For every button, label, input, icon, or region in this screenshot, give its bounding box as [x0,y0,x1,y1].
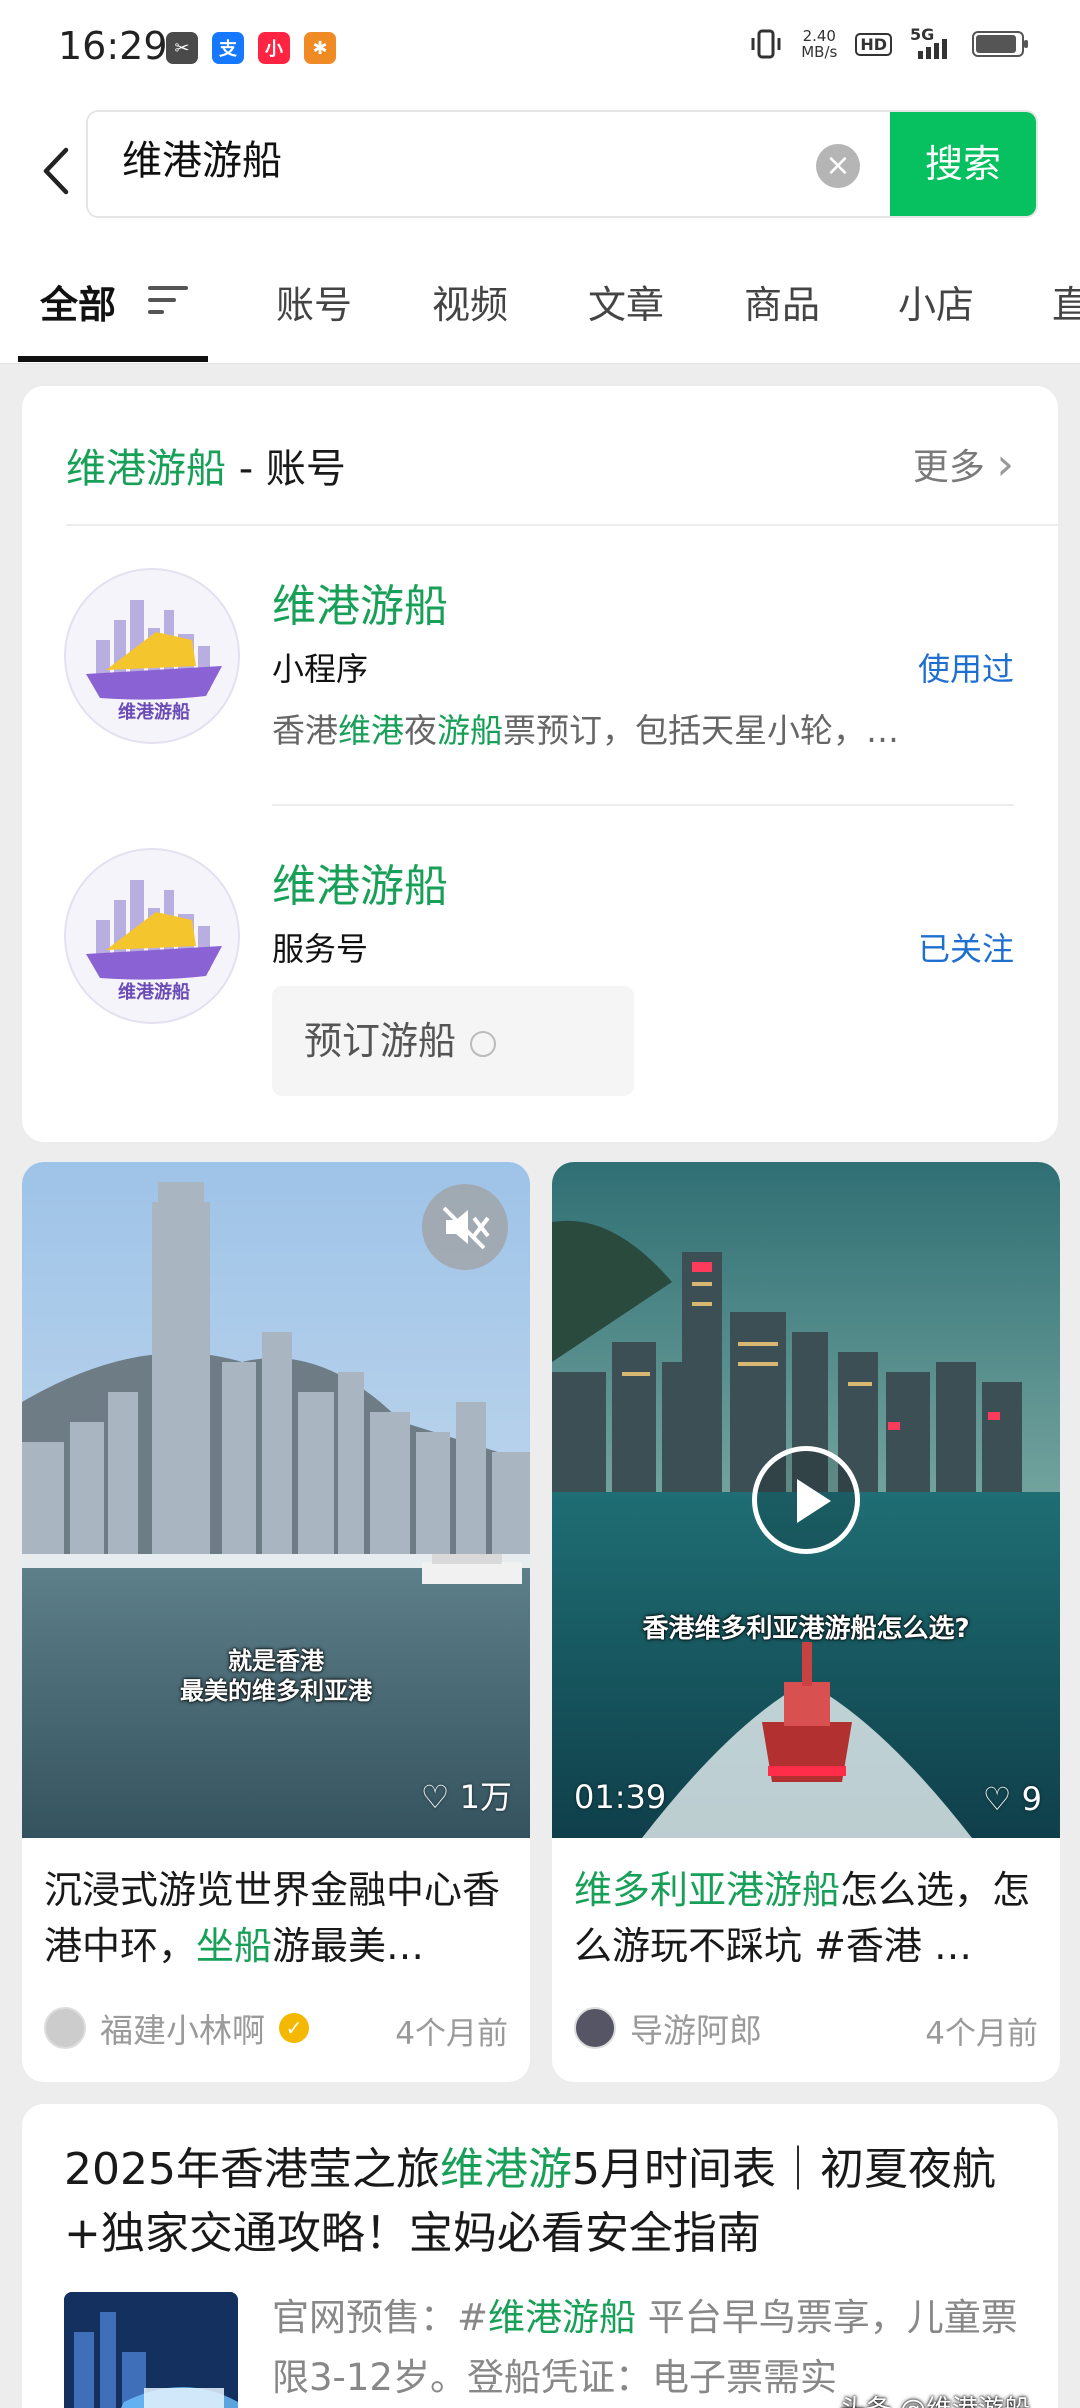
divider [272,804,1014,806]
used-status: 使用过 [917,650,1014,688]
account-type: 服务号 [272,930,369,968]
notification-app-icons: ✂ 支 小 ✱ [166,32,336,64]
vibrate-icon [751,29,781,59]
tab-article[interactable]: 文章 [588,274,664,329]
tab-video[interactable]: 视频 [432,274,508,329]
alipay-app-icon: 支 [212,32,244,64]
scissors-app-icon: ✂ [166,32,198,64]
post-time: 4个月前 [395,2016,508,2052]
tab-all[interactable]: 全部 [40,274,116,329]
clear-icon[interactable]: × [816,144,860,188]
account-name: 维港游船 [272,581,448,632]
video-thumbnail: 就是香港 最美的维多利亚港 ♡ 1万 [22,1162,530,1838]
article-card[interactable]: 2025年香港莹之旅维港游5月时间表｜初夏夜航+独家交通攻略！宝妈必看安全指南 … [22,2104,1058,2408]
avatar [44,2007,86,2049]
section-title: 维港游船 - 账号 [66,446,346,492]
more-link[interactable]: 更多 › [913,438,1014,490]
video-thumbnail: 香港维多利亚港游船怎么选? 01:39 ♡ 9 [552,1162,1060,1838]
back-arrow-icon[interactable] [30,136,80,206]
video-card[interactable]: 就是香港 最美的维多利亚港 ♡ 1万 沉浸式游览世界金融中心香港中环，坐船游最美… [22,1162,530,2082]
play-icon[interactable] [752,1446,860,1554]
video-title: 维多利亚港游船怎么选，怎么游玩不踩坑 #香港 … [574,1868,1031,1968]
miniprogram-icon [470,1030,497,1057]
like-count: ♡ 9 [982,1780,1042,1818]
search-input[interactable] [122,134,802,180]
avatar: 维港游船 [64,848,240,1024]
svg-text:维港游船: 维港游船 [118,981,190,1003]
video-author[interactable]: 福建小林啊 ✓ [44,2004,309,2052]
hd-badge: HD [855,32,892,56]
account-name: 维港游船 [272,861,448,912]
account-type: 小程序 [272,650,369,688]
video-card[interactable]: 香港维多利亚港游船怎么选? 01:39 ♡ 9 维多利亚港游船怎么选，怎么游玩不… [552,1162,1060,2082]
status-bar: 16:29 ✂ 支 小 ✱ 2.40 MB/s HD 5G [0,0,1080,96]
avatar [574,2007,616,2049]
like-count: ♡ 1万 [420,1778,512,1816]
divider [66,524,1058,526]
verified-badge-icon: ✓ [279,2013,309,2043]
chevron-right-icon: › [996,439,1014,490]
video-caption-overlay: 就是香港 最美的维多利亚港 [180,1647,372,1705]
video-duration: 01:39 [574,1778,667,1816]
running-app-icon: ✱ [304,32,336,64]
signal-icon: 5G [910,25,954,59]
mute-icon[interactable] [422,1184,508,1270]
search-header: × 搜索 [0,96,1080,246]
video-title: 沉浸式游览世界金融中心香港中环，坐船游最美… [44,1868,501,1968]
clock: 16:29 [58,24,168,68]
search-box: × 搜索 [86,110,1038,218]
article-title: 2025年香港莹之旅维港游5月时间表｜初夏夜航+独家交通攻略！宝妈必看安全指南 [64,2144,996,2259]
tab-shop[interactable]: 小店 [898,274,974,329]
tab-product[interactable]: 商品 [744,274,820,329]
active-tab-indicator [18,356,208,362]
svg-text:维港游船: 维港游船 [118,701,190,723]
video-author[interactable]: 导游阿郎 [574,2004,762,2052]
followed-status: 已关注 [917,930,1014,968]
xiaohongshu-app-icon: 小 [258,32,290,64]
tab-live[interactable]: 直 [1052,274,1080,329]
battery-icon [972,31,1028,57]
system-indicators: 2.40 MB/s HD 5G [749,25,1028,61]
category-tabs: 全部 账号 视频 文章 商品 小店 直 [0,246,1080,364]
article-thumbnail [64,2292,238,2408]
account-results-card: 维港游船 - 账号 更多 › 维港游船 维港游船 小程序 使用过 香港维港夜游船… [22,386,1058,1142]
account-description: 香港维港夜游船票预订，包括天星小轮，… [272,711,899,750]
search-button[interactable]: 搜索 [890,112,1036,216]
post-time: 4个月前 [925,2016,1038,2052]
tab-account[interactable]: 账号 [276,274,352,329]
avatar: 维港游船 [64,568,240,744]
source-watermark: 头条 @维港游船 [840,2389,1030,2408]
net-speed: 2.40 MB/s [801,27,838,61]
book-cruise-button[interactable]: 预订游船 [272,986,634,1096]
filter-icon[interactable] [148,286,188,320]
video-caption-overlay: 香港维多利亚港游船怎么选? [642,1614,970,1644]
